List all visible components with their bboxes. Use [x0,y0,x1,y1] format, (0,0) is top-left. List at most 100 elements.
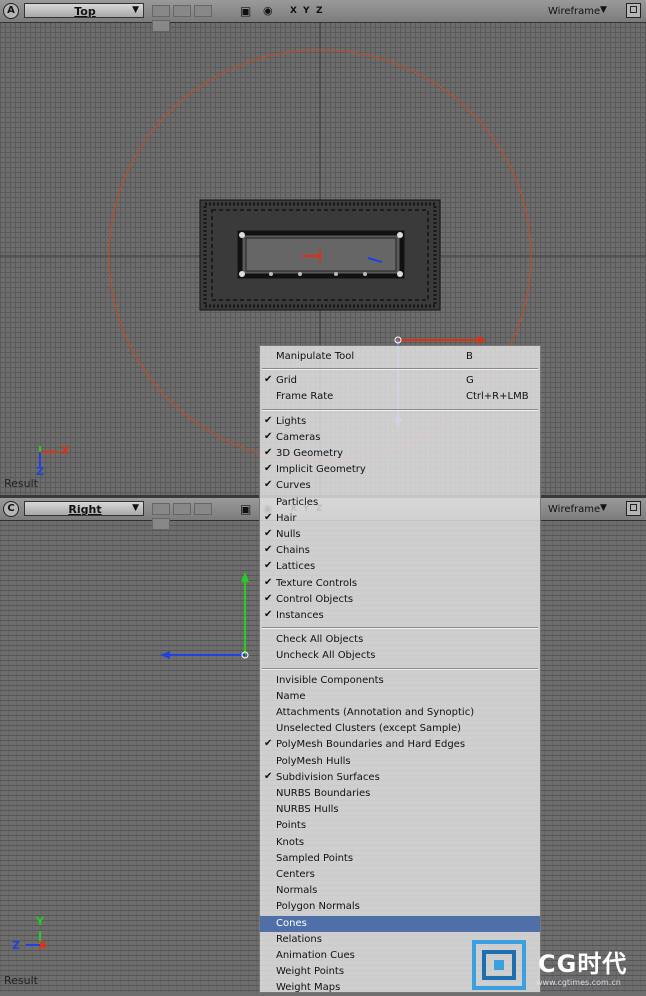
checkmark-icon: ✔ [264,511,273,523]
menu-item[interactable]: NURBS Hulls [260,802,540,818]
checkmark-icon: ✔ [264,414,273,426]
menu-item-label: Manipulate Tool [276,351,355,362]
cg-logo-icon [472,940,526,990]
menu-item-label: Implicit Geometry [276,464,366,476]
checkmark-icon: ✔ [264,609,273,620]
menu-item[interactable]: ✔ Implicit Geometry [260,462,540,478]
menu-item[interactable]: Sampled Points [260,851,540,867]
menu-item-label: Control Objects [276,593,354,605]
menu-item[interactable]: ✔ Hair [260,511,540,527]
viewport-letter-button[interactable]: A [3,3,19,19]
menu-item[interactable]: Check All Objects [260,632,540,648]
menu-item[interactable]: Knots [260,835,540,851]
checkmark-icon: ✔ [264,738,273,750]
menu-item[interactable]: Normals [260,883,540,899]
menu-item[interactable]: Attachments (Annotation and Synoptic) [260,705,540,721]
menu-item-label: Unselected Clusters (except Sample) [276,723,462,735]
mesh-object [199,199,441,311]
checkmark-icon: ✔ [264,592,273,604]
menu-item[interactable]: ✔ Lights [260,414,540,430]
result-label: Result [4,477,38,490]
menu-item[interactable]: ✔ Lattices [260,559,540,575]
memo-slot[interactable] [152,518,170,530]
menu-item-label: Centers [276,869,315,880]
menu-item-shortcut: G [466,375,474,387]
menu-item-label: NURBS Hulls [276,804,339,816]
menu-item[interactable]: ✔ Instances [260,608,540,624]
memo-slot[interactable] [152,503,170,515]
menu-item[interactable]: Manipulate Tool B [260,349,540,365]
menu-item[interactable]: Centers [260,867,540,883]
menu-item-label: Attachments (Annotation and Synoptic) [276,707,475,718]
checkmark-icon: ✔ [264,560,273,572]
menu-item[interactable]: ✔ Cameras [260,430,540,446]
menu-item[interactable]: PolyMesh Hulls [260,754,540,770]
eye-icon[interactable]: ◉ [263,4,273,17]
menu-item-label: Invisible Components [276,674,384,686]
menu-item-label: Weight Maps [276,982,341,994]
memo-slot[interactable] [152,5,170,17]
menu-item[interactable]: Frame Rate Ctrl+R+LMB [260,389,540,405]
menu-item[interactable]: Particles [260,495,540,511]
watermark-brand: CG时代 [538,950,628,978]
camera-icon[interactable]: ▣ [240,4,251,18]
axis-y-toggle[interactable]: Y [303,6,311,16]
camera-icon[interactable]: ▣ [240,502,251,516]
memo-cam-slots [152,5,232,32]
menu-separator [262,408,538,411]
menu-item[interactable]: ✔ 3D Geometry [260,446,540,462]
transform-gizmo-right [160,572,249,659]
menu-separator [262,627,538,630]
menu-item[interactable]: NURBS Boundaries [260,786,540,802]
menu-item-label: NURBS Boundaries [276,788,371,799]
menu-item[interactable]: ✔ Chains [260,543,540,559]
camera-selector[interactable]: Top ▼ [24,3,144,18]
watermark-url: www.cgtimes.com.cn [536,978,621,987]
maximize-button[interactable] [626,3,641,18]
axis-x-toggle[interactable]: X [290,6,298,16]
menu-item[interactable]: Polygon Normals [260,899,540,915]
menu-item[interactable]: Uncheck All Objects [260,648,540,664]
menu-item[interactable]: ✔ Curves [260,478,540,494]
display-mode-menu[interactable]: Wireframe [548,504,600,515]
menu-item[interactable]: Cones [260,915,540,932]
menu-item[interactable]: ✔ PolyMesh Boundaries and Hard Edges [260,737,540,753]
memo-slot[interactable] [194,503,212,515]
memo-slot[interactable] [152,20,170,32]
menu-item[interactable]: Name [260,689,540,705]
axis-label-x: X [61,444,70,457]
maximize-button[interactable] [626,501,641,516]
checkmark-icon: ✔ [264,430,273,442]
menu-item-label: Check All Objects [276,634,364,646]
checkmark-icon: ✔ [264,374,273,386]
memo-slot[interactable] [194,5,212,17]
menu-item[interactable]: ✔ Control Objects [260,592,540,608]
menu-item[interactable]: ✔ Texture Controls [260,576,540,592]
viewport-letter-button[interactable]: C [3,501,19,517]
menu-item-label: Cameras [276,431,321,443]
menu-item[interactable]: ✔ Grid G [260,373,540,389]
chevron-down-icon: ▼ [600,503,607,513]
axis-label-z: Z [12,939,20,952]
menu-item[interactable]: ✔ Subdivision Surfaces [260,770,540,786]
menu-item-shortcut: B [466,351,473,362]
menu-item-label: Chains [276,545,310,557]
menu-item[interactable]: Unselected Clusters (except Sample) [260,721,540,737]
menu-item[interactable]: Invisible Components [260,673,540,689]
memo-slot[interactable] [173,503,191,515]
menu-item-label: Lights [276,415,307,427]
camera-selector[interactable]: Right ▼ [24,501,144,516]
viewport-header: A Top ▼ ▣ ◉ X Y Z Wireframe ▼ [0,0,646,32]
axis-z-toggle[interactable]: Z [316,6,324,16]
chevron-down-icon: ▼ [132,5,139,15]
memo-slot[interactable] [173,5,191,17]
menu-item[interactable]: ✔ Nulls [260,527,540,543]
menu-item-label: 3D Geometry [276,448,344,459]
display-mode-menu[interactable]: Wireframe [548,6,600,17]
menu-item-label: PolyMesh Hulls [276,755,351,767]
menu-item[interactable]: Points [260,818,540,834]
menu-separator [262,368,538,371]
checkmark-icon: ✔ [264,528,273,539]
checkmark-icon: ✔ [264,463,273,475]
memo-cam-slots [152,503,232,530]
